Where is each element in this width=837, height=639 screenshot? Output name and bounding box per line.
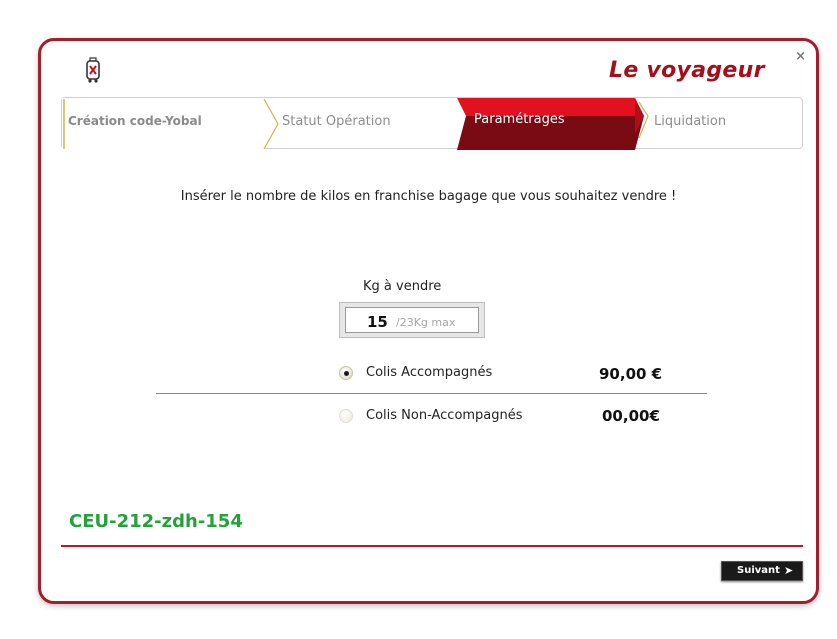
close-icon[interactable]: × xyxy=(795,49,806,64)
option-accompanied-label[interactable]: Colis Accompagnés xyxy=(366,365,492,380)
luggage-icon xyxy=(86,57,100,83)
kg-max-hint: /23Kg max xyxy=(396,316,456,329)
price-unaccompanied: 00,00€ xyxy=(602,407,660,425)
operation-code: CEU-212-zdh-154 xyxy=(69,511,243,532)
kg-label: Kg à vendre xyxy=(363,279,442,294)
step-statut-operation[interactable]: Statut Opération xyxy=(282,114,391,129)
kg-value[interactable]: 15 xyxy=(367,313,388,331)
code-underline xyxy=(61,545,803,547)
radio-selected-dot xyxy=(344,371,349,376)
instruction-text: Insérer le nombre de kilos en franchise … xyxy=(180,189,677,204)
step-liquidation[interactable]: Liquidation xyxy=(654,114,726,129)
dialog-window: × Le voyageur Création code-Yobal Statut… xyxy=(38,38,819,604)
radio-icon[interactable] xyxy=(339,409,353,423)
divider xyxy=(156,393,707,394)
option-accompanied[interactable]: Colis Accompagnés xyxy=(339,364,639,384)
step-parametrages[interactable]: Paramétrages xyxy=(474,112,565,127)
app-title: Le voyageur xyxy=(609,58,765,83)
next-button-label: Suivant xyxy=(737,565,780,576)
step-creation-code[interactable]: Création code-Yobal xyxy=(68,114,202,128)
radio-icon[interactable] xyxy=(339,366,353,380)
progress-stepper: Création code-Yobal Statut Opération Par… xyxy=(61,97,803,150)
kg-input-field[interactable]: 15 /23Kg max xyxy=(345,307,479,333)
option-unaccompanied-label[interactable]: Colis Non-Accompagnés xyxy=(366,408,523,423)
option-unaccompanied[interactable]: Colis Non-Accompagnés xyxy=(339,407,639,427)
arrow-right-icon: ➤ xyxy=(784,564,794,577)
next-button[interactable]: Suivant ➤ xyxy=(721,561,803,581)
kg-input[interactable]: 15 /23Kg max xyxy=(339,302,485,338)
price-accompanied: 90,00 € xyxy=(599,365,663,383)
